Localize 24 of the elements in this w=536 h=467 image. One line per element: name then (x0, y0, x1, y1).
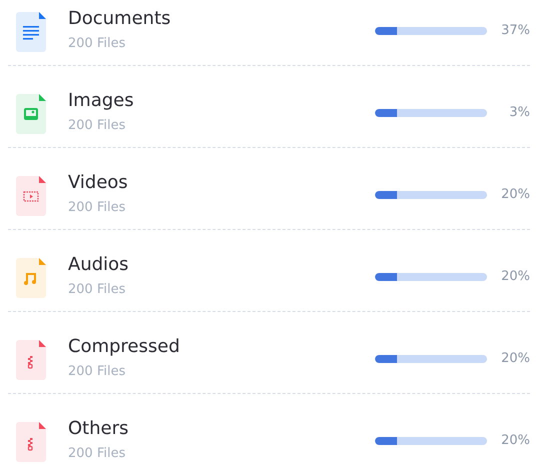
file-category-name: Compressed (68, 335, 180, 359)
file-count: 200 Files (68, 200, 126, 216)
storage-percent: 20% (500, 433, 530, 448)
images-file-icon (16, 94, 46, 134)
file-count: 200 Files (68, 364, 126, 380)
file-category-name: Documents (68, 7, 171, 31)
audios-file-icon (16, 258, 46, 298)
storage-percent: 20% (500, 351, 530, 366)
compressed-file-icon (16, 340, 46, 380)
file-count: 200 Files (68, 118, 126, 134)
file-category-name: Images (68, 89, 134, 113)
others-file-icon (16, 422, 46, 462)
storage-percent: 20% (500, 269, 530, 284)
videos-file-icon (16, 176, 46, 216)
file-count: 200 Files (68, 282, 126, 298)
documents-file-icon (16, 12, 46, 52)
storage-percent: 3% (508, 105, 530, 120)
file-count: 200 Files (68, 446, 126, 462)
file-count: 200 Files (68, 36, 126, 52)
storage-percent: 20% (500, 187, 530, 202)
storage-percent: 37% (500, 23, 530, 38)
file-category-name: Others (68, 417, 128, 441)
file-category-name: Videos (68, 171, 128, 195)
file-category-name: Audios (68, 253, 129, 277)
